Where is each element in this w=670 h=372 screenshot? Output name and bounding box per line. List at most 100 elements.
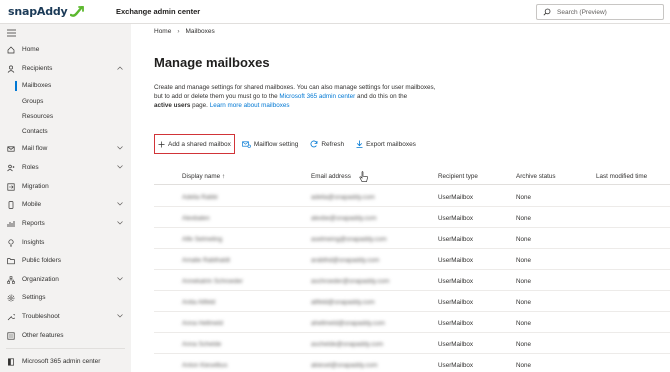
mail-settings-icon <box>242 140 251 148</box>
cell-recipient-type: UserMailbox <box>438 320 473 327</box>
brand-mark-icon <box>69 5 84 17</box>
column-header-recipient-type[interactable]: Recipient type <box>438 173 478 180</box>
folder-icon <box>7 258 15 265</box>
m365-admin-link[interactable]: Microsoft 365 admin center <box>279 93 355 100</box>
sidebar-item-label: Groups <box>22 98 44 105</box>
table-row[interactable]: Anna Schelde aschelde@snapaddy.com UserMai… <box>154 334 670 354</box>
add-shared-mailbox-button[interactable]: Add a shared mailbox <box>154 134 235 154</box>
cell-email: aselmeing@snapaddy.com <box>311 236 387 243</box>
cell-email: arabthd@snapaddy.com <box>311 257 380 264</box>
mobile-icon <box>8 201 14 209</box>
export-mailboxes-button[interactable]: Export mailboxes <box>353 134 419 154</box>
refresh-button[interactable]: Refresh <box>307 134 347 154</box>
table-row[interactable]: Alfe Selmeling aselmeing@snapaddy.com User… <box>154 229 670 249</box>
sidebar-item-settings[interactable]: Settings <box>0 290 131 306</box>
cell-archive-status: None <box>516 362 532 369</box>
brand-logo[interactable]: snapAddy <box>0 5 110 18</box>
learn-more-link[interactable]: Learn more about mailboxes <box>210 102 290 109</box>
sidebar-item-migration[interactable]: Migration <box>0 179 131 195</box>
main-content: Home › Mailboxes Manage mailboxes Create… <box>131 24 670 372</box>
sidebar-item-contacts[interactable]: Contacts <box>0 124 131 140</box>
breadcrumb: Home › Mailboxes <box>154 28 215 35</box>
sidebar-item-mailboxes[interactable]: Mailboxes <box>0 78 131 94</box>
sidebar-item-label: Microsoft 365 admin center <box>22 358 101 365</box>
command-bar: Add a shared mailbox Mailflow setting Re… <box>154 133 425 155</box>
column-header-email[interactable]: Email address <box>311 173 351 180</box>
organization-icon <box>7 276 15 284</box>
search-input[interactable]: Search (Preview) <box>536 4 664 20</box>
sidebar-item-insights[interactable]: Insights <box>0 235 131 251</box>
cell-recipient-type: UserMailbox <box>438 278 473 285</box>
page-title: Manage mailboxes <box>154 55 270 70</box>
cell-archive-status: None <box>516 299 532 306</box>
chevron-down-icon <box>117 202 123 206</box>
breadcrumb-separator-icon: › <box>177 28 180 35</box>
cell-email: akiesel@snapaddy.com <box>311 362 378 369</box>
gear-icon <box>7 294 15 302</box>
sidebar-item-reports[interactable]: Reports <box>0 216 131 232</box>
column-header-display-name[interactable]: Display name ↑ <box>182 173 225 180</box>
hamburger-menu-icon[interactable] <box>7 29 16 37</box>
sidebar-item-organization[interactable]: Organization <box>0 272 131 288</box>
cell-display-name: Annekatrin Schroeder <box>182 278 243 285</box>
sidebar-item-mail-flow[interactable]: Mail flow <box>0 141 131 157</box>
cell-email: aschelde@snapaddy.com <box>311 341 384 348</box>
mail-flow-icon <box>7 146 15 152</box>
cell-archive-status: None <box>516 341 532 348</box>
sidebar-item-m365-admin[interactable]: Microsoft 365 admin center <box>0 354 131 370</box>
mouse-cursor-icon <box>359 171 368 182</box>
sidebar-item-label: Roles <box>22 164 39 171</box>
button-label: Mailflow setting <box>253 140 299 148</box>
office-icon <box>8 358 14 366</box>
sidebar-item-public-folders[interactable]: Public folders <box>0 253 131 269</box>
sidebar-item-label: Organization <box>22 276 59 283</box>
table-row[interactable]: Anna Hellmeld ahellmeld@snapaddy.com UserM… <box>154 313 670 333</box>
cell-display-name: Adelia Rabbi <box>182 194 218 201</box>
cell-email: alexbe@snapaddy.com <box>311 215 377 222</box>
sidebar-item-label: Mobile <box>22 201 42 208</box>
sidebar-item-home[interactable]: Home <box>0 42 131 58</box>
column-header-last-modified[interactable]: Last modified time <box>596 173 647 180</box>
table-row[interactable]: Amalie Rabthaldt arabthd@snapaddy.com User… <box>154 250 670 270</box>
table-row[interactable]: Anita Altfeld altfeld@snapaddy.com UserMai… <box>154 292 670 312</box>
chevron-down-icon <box>117 146 123 150</box>
cell-archive-status: None <box>516 257 532 264</box>
table-row[interactable]: Annekatrin Schroeder aschroeder@snapaddy.… <box>154 271 670 291</box>
sidebar-item-roles[interactable]: Roles <box>0 160 131 176</box>
roles-icon <box>7 164 15 172</box>
sidebar-item-label: Public folders <box>22 257 62 264</box>
cell-display-name: Amalie Rabthaldt <box>182 257 230 264</box>
sidebar-divider <box>6 348 125 349</box>
plus-icon <box>158 141 165 147</box>
sidebar: Home Recipients Mailboxes Groups Resourc… <box>0 24 131 372</box>
table-row[interactable]: Alexbalen alexbe@snapaddy.com UserMailbox N… <box>154 208 670 228</box>
cell-display-name: Anton Kieselbus <box>182 362 228 369</box>
chevron-down-icon <box>117 165 123 169</box>
sidebar-item-troubleshoot[interactable]: Troubleshoot <box>0 309 131 325</box>
table-row[interactable]: Anton Kieselbus akiesel@snapaddy.com UserM… <box>154 355 670 372</box>
column-header-archive-status[interactable]: Archive status <box>516 173 556 180</box>
mailflow-setting-button[interactable]: Mailflow setting <box>239 134 301 154</box>
chevron-down-icon <box>117 314 123 318</box>
sidebar-item-resources[interactable]: Resources <box>0 109 131 125</box>
top-bar: snapAddy Exchange admin center Search (P… <box>0 0 670 24</box>
sidebar-item-label: Home <box>22 46 40 53</box>
cell-archive-status: None <box>516 236 532 243</box>
sidebar-item-groups[interactable]: Groups <box>0 94 131 110</box>
app-title: Exchange admin center <box>116 7 201 16</box>
sidebar-item-label: Troubleshoot <box>22 313 60 320</box>
cell-email: ahellmeld@snapaddy.com <box>311 320 385 327</box>
sidebar-item-mobile[interactable]: Mobile <box>0 197 131 213</box>
cell-email: aschroeder@snapaddy.com <box>311 278 390 285</box>
desc-text: page. <box>190 102 210 109</box>
page-description: Create and manage settings for shared ma… <box>154 83 454 110</box>
insights-icon <box>8 239 14 247</box>
breadcrumb-home[interactable]: Home <box>154 28 171 35</box>
sidebar-item-label: Other features <box>22 332 64 339</box>
cell-email: adelia@snapaddy.com <box>311 194 375 201</box>
chevron-down-icon <box>117 277 123 281</box>
sidebar-item-other-features[interactable]: Other features <box>0 328 131 344</box>
sidebar-item-recipients[interactable]: Recipients <box>0 61 131 77</box>
table-row[interactable]: Adelia Rabbi adelia@snapaddy.com UserMailb… <box>154 187 670 207</box>
refresh-icon <box>310 140 318 148</box>
